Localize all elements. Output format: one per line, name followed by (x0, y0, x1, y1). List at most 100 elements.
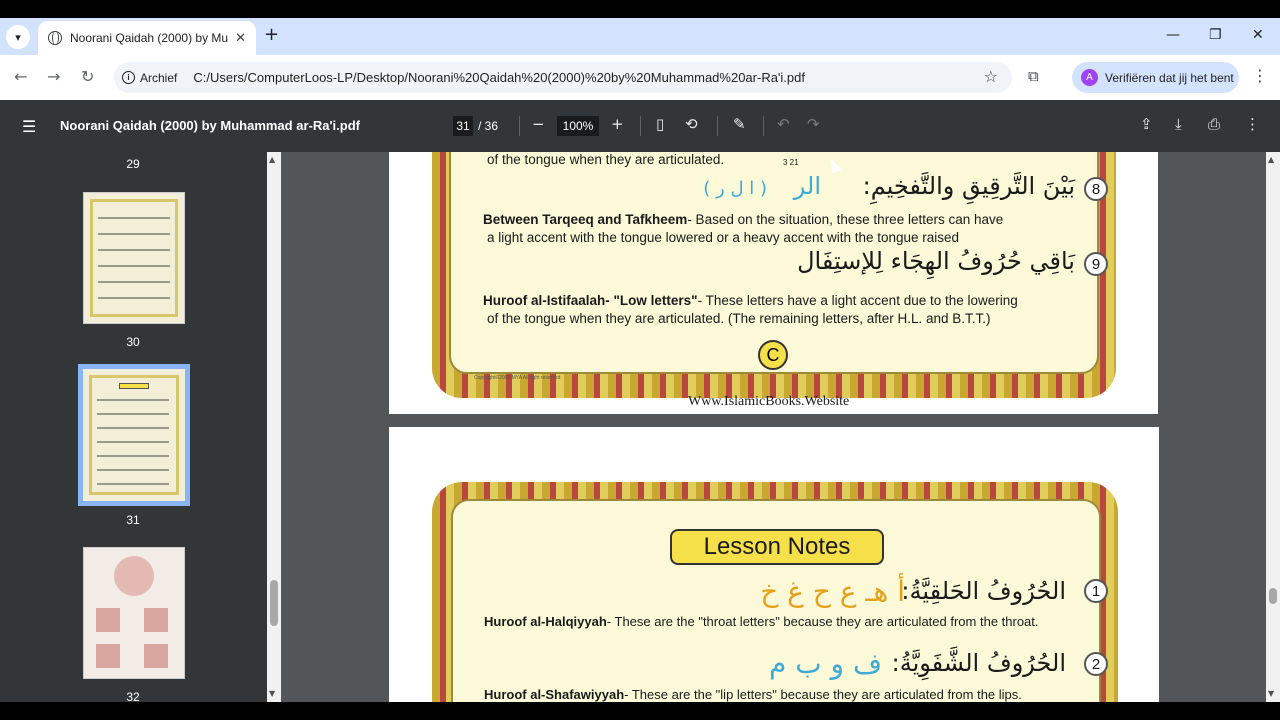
tab-pdf[interactable]: Noorani Qaidah (2000) by Muh ✕ (38, 21, 256, 55)
thumbnail-label-31: 31 (126, 513, 140, 527)
minimize-icon[interactable]: — (1166, 27, 1180, 43)
zoom-in-icon[interactable]: + (611, 115, 624, 133)
scroll-down-icon[interactable]: ▼ (1268, 689, 1274, 698)
tab-title: Noorani Qaidah (2000) by Muh (70, 31, 228, 45)
new-tab-button[interactable]: + (264, 26, 279, 44)
browser-toolbar: ← → ↻ i Archief C:/Users/ComputerLoos-LP… (0, 55, 1280, 100)
page-number-input[interactable]: 31 (453, 116, 473, 136)
item2-letters: ف و ب م (769, 647, 882, 680)
item-number-9: 9 (1084, 252, 1108, 276)
address-bar[interactable]: i Archief C:/Users/ComputerLoos-LP/Deskt… (114, 62, 1012, 93)
avatar: A (1081, 69, 1098, 86)
thumbnail-frame (89, 375, 179, 495)
thumbnail-line (97, 483, 169, 485)
item2-arabic: الحُرُوفُ الشَّفَوِيَّةُ: (891, 649, 1066, 677)
thumbnail-line (97, 427, 169, 429)
item-number-1: 1 (1084, 579, 1108, 603)
item8-letters-paren: ( ا ل ر ) (703, 178, 767, 199)
item2-text: - These are the "lip letters" because th… (624, 687, 1022, 702)
pdf-page-30: of the tongue when they are articulated.… (389, 152, 1158, 414)
zoom-out-icon[interactable]: − (532, 115, 545, 133)
print-icon[interactable]: ⎙ (1208, 115, 1220, 133)
site-info-label: Archief (140, 70, 178, 85)
item8-letters-blue: الر (793, 172, 821, 200)
thumbnail-line (97, 399, 169, 401)
item1-letters: أ هـ ع ح غ خ (760, 575, 905, 608)
item9-description: Huroof al-Istifaalah- "Low letters"- The… (483, 292, 1018, 309)
scroll-up-icon[interactable]: ▲ (269, 155, 275, 164)
hamburger-menu-icon[interactable]: ☰ (22, 117, 36, 136)
thumbnail-label-29: 29 (126, 157, 140, 171)
thumbnail-line (97, 413, 169, 415)
close-window-icon[interactable]: ✕ (1252, 27, 1264, 43)
divider (763, 116, 764, 136)
reload-icon[interactable]: ↻ (81, 67, 94, 86)
thumbnail-page-32[interactable] (83, 547, 185, 679)
thumbnail-label-30: 30 (126, 335, 140, 349)
undo-icon[interactable]: ↶ (777, 115, 790, 133)
item2-bold: Huroof al-Shafawiyyah (484, 687, 625, 702)
item1-arabic: الحُرُوفُ الحَلقِيَّةُ: (901, 577, 1066, 605)
viewer-scroll-thumb[interactable] (1269, 588, 1277, 604)
globe-icon (48, 31, 62, 45)
site-info-chip[interactable]: i Archief (122, 71, 177, 85)
thumbnail-illustration (96, 608, 120, 632)
page-total: / 36 (478, 119, 499, 133)
divider (640, 116, 641, 136)
divider (717, 116, 718, 136)
sidebar-scroll-thumb[interactable] (270, 580, 278, 626)
pdf-viewer: of the tongue when they are articulated.… (281, 152, 1266, 702)
thumbnail-line (98, 265, 170, 267)
thumbnail-illustration (114, 556, 154, 596)
pdf-page-31: Lesson Notes الحُرُوفُ الحَلقِيَّةُ: أ ه… (389, 427, 1159, 702)
divider (519, 116, 520, 136)
scroll-up-icon[interactable]: ▲ (1268, 155, 1274, 164)
close-tab-icon[interactable]: ✕ (235, 31, 246, 46)
tab-search-button[interactable]: ▾ (6, 25, 30, 49)
redo-icon[interactable]: ↷ (807, 115, 820, 133)
annotate-pen-icon[interactable]: ✎ (733, 115, 746, 133)
thumbnail-label-32: 32 (126, 690, 140, 702)
item8-bold: Between Tarqeeq and Tafkheem (483, 212, 688, 227)
download-icon[interactable]: ⤓ (1175, 115, 1182, 133)
small-numbers: 3 21 (783, 158, 799, 167)
zoom-input[interactable]: 100% (557, 116, 599, 136)
item8-arabic: بَيْنَ التَّرقِيقِ والتَّفخِيمِ: (862, 172, 1075, 200)
back-arrow-icon[interactable]: ← (14, 67, 27, 86)
puzzle-icon[interactable]: ⧉ (1028, 67, 1039, 85)
sidebar-scrollbar[interactable]: ▲ ▼ (267, 152, 281, 702)
thumbnail-illustration (144, 644, 168, 668)
viewer-scrollbar[interactable]: ▲ ▼ (1266, 152, 1280, 702)
thumbnail-line (97, 469, 169, 471)
page-badge: C (758, 340, 788, 370)
thumbnail-heading (119, 383, 149, 389)
restore-icon[interactable]: ❐ (1209, 27, 1222, 43)
fit-page-icon[interactable]: ▯ (656, 115, 664, 133)
tab-strip: ▾ Noorani Qaidah (2000) by Muh ✕ + — ❐ ✕ (0, 18, 1280, 55)
thumbnail-line (97, 441, 169, 443)
thumbnail-page-30[interactable] (83, 192, 185, 324)
pdf-toolbar: ☰ Noorani Qaidah (2000) by Muhammad ar-R… (0, 100, 1280, 152)
item9-text: - These letters have a light accent due … (697, 293, 1018, 308)
item1-text: - These are the "throat letters" because… (606, 614, 1039, 629)
thumbnail-page-31-selected[interactable] (78, 364, 190, 506)
rotate-icon[interactable]: ⟲ (685, 115, 698, 133)
item9-arabic: بَاقِي حُرُوفُ الهِجَاء لِلإستِفَال (797, 247, 1075, 275)
profile-button[interactable]: A Verifiëren dat jij het bent (1072, 62, 1239, 93)
thumbnail-line (97, 455, 169, 457)
item9-description-line2: of the tongue when they are articulated.… (487, 311, 991, 326)
thumbnail-line (98, 281, 170, 283)
thumbnail-line (98, 249, 170, 251)
text-line: of the tongue when they are articulated. (487, 152, 725, 167)
drive-save-icon[interactable]: ⇪ (1140, 115, 1153, 133)
scroll-down-icon[interactable]: ▼ (269, 689, 275, 698)
screen: ▾ Noorani Qaidah (2000) by Muh ✕ + — ❐ ✕… (0, 0, 1280, 720)
item-number-2: 2 (1084, 652, 1108, 676)
thumbnail-line (98, 233, 170, 235)
more-options-icon[interactable]: ⋮ (1245, 115, 1260, 133)
forward-arrow-icon[interactable]: → (47, 67, 60, 86)
bookmark-star-icon[interactable]: ☆ (984, 67, 998, 86)
kebab-icon[interactable]: ⋮ (1252, 66, 1268, 85)
thumbnail-sidebar: 29 30 31 32 ▲ ▼ (0, 152, 281, 702)
url-text[interactable]: C:/Users/ComputerLoos-LP/Desktop/Noorani… (193, 70, 805, 85)
